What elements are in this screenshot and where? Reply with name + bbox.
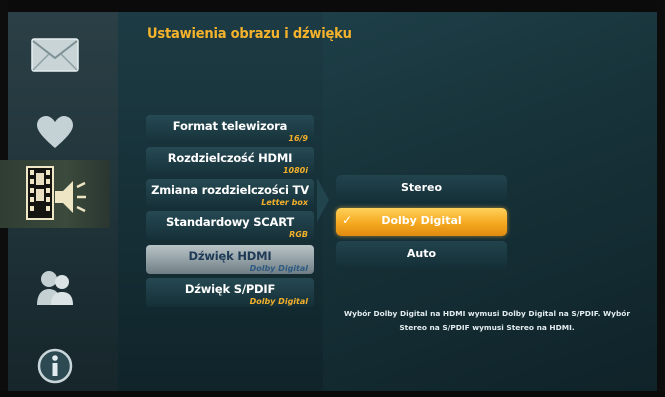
info-icon [37, 348, 73, 384]
option-stereo[interactable]: Stereo [336, 175, 507, 203]
menu-item-label: Rozdzielczość HDMI [167, 151, 293, 165]
menu-item-hdmi-resolution[interactable]: Rozdzielczość HDMI 1080i [146, 147, 314, 176]
menu-item-value: Dolby Digital [249, 264, 308, 273]
menu-item-label: Format telewizora [172, 119, 288, 133]
option-label: Dolby Digital [381, 214, 462, 227]
screen-frame-top [0, 0, 665, 12]
selection-pointer [317, 178, 329, 222]
users-icon [37, 271, 73, 305]
menu-item-tv-format[interactable]: Format telewizora 16/9 [146, 115, 314, 144]
option-dolby-digital[interactable]: ✓ Dolby Digital [336, 208, 507, 236]
menu-item-value: Dolby Digital [249, 297, 308, 306]
menu-item-label: Zmiana rozdzielczości TV [151, 183, 309, 197]
tv-settings-screen: Ustawienia obrazu i dźwięku Format telew… [0, 0, 665, 397]
menu-item-value: Letter box [261, 198, 308, 207]
sidebar-item-favorites[interactable] [0, 108, 110, 158]
menu-item-tv-resolution-change[interactable]: Zmiana rozdzielczości TV Letter box [146, 179, 314, 208]
option-description: Wybór Dolby Digital na HDMI wymusi Dolby… [343, 309, 631, 332]
sidebar-item-messages[interactable] [0, 30, 110, 80]
screen-frame-bottom [0, 391, 665, 397]
sidebar-item-info[interactable] [0, 342, 110, 390]
menu-item-spdif-audio[interactable]: Dźwięk S/PDIF Dolby Digital [146, 278, 314, 307]
menu-item-label: Dźwięk HDMI [188, 249, 272, 263]
menu-item-label: Standardowy SCART [165, 215, 295, 229]
menu-item-standard-scart[interactable]: Standardowy SCART RGB [146, 211, 314, 240]
page-title: Ustawienia obrazu i dźwięku [147, 26, 352, 42]
menu-item-value: 1080i [282, 166, 308, 175]
menu-item-label: Dźwięk S/PDIF [184, 282, 276, 296]
sidebar-item-users[interactable] [0, 262, 110, 312]
option-label: Stereo [400, 181, 443, 194]
option-auto[interactable]: Auto [336, 241, 507, 269]
sidebar-item-audio-video[interactable] [0, 160, 110, 228]
envelope-icon [31, 38, 79, 72]
menu-item-value: 16/9 [288, 134, 308, 143]
screen-frame-right [657, 0, 665, 397]
menu-item-value: RGB [289, 230, 308, 239]
menu-item-hdmi-audio[interactable]: Dźwięk HDMI Dolby Digital [146, 245, 314, 274]
heart-icon [37, 116, 73, 148]
option-label: Auto [406, 247, 437, 260]
film-speaker-icon [26, 166, 86, 220]
